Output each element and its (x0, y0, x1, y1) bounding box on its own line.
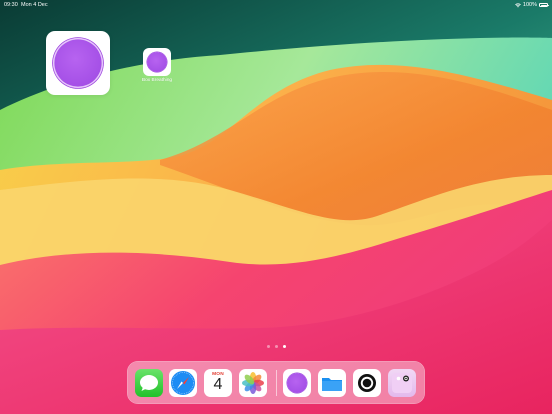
status-date: Mon 4 Dec (21, 2, 48, 8)
page-dot (267, 345, 270, 348)
app-box-breathing[interactable]: Box Breathing (142, 48, 172, 83)
dock-app-camera[interactable] (388, 369, 416, 397)
messages-icon (140, 375, 158, 391)
page-dot (275, 345, 278, 348)
dock-app-safari[interactable] (169, 369, 197, 397)
wifi-icon (515, 2, 521, 8)
dock: MON 4 (127, 361, 425, 404)
dock-app-messages[interactable] (135, 369, 163, 397)
breathing-widget[interactable] (46, 31, 110, 95)
safari-icon (171, 371, 195, 395)
breathing-circle-icon (147, 52, 167, 72)
breathing-circle-icon (287, 373, 307, 393)
dock-app-photos[interactable] (239, 369, 267, 397)
folder-icon (322, 378, 342, 391)
ring-icon (358, 374, 376, 392)
status-indicators: 100% (515, 2, 549, 8)
status-bar: 09:30 Mon 4 Dec 100% (0, 0, 552, 12)
page-indicator[interactable] (267, 345, 286, 348)
battery-percentage: 100% (522, 2, 537, 8)
dock-app-box-breathing[interactable] (283, 369, 311, 397)
dock-separator (275, 370, 277, 396)
dock-app-ring[interactable] (353, 369, 381, 397)
breathing-circle-icon (53, 38, 103, 88)
dock-app-calendar[interactable]: MON 4 (204, 369, 232, 397)
photos-icon (242, 372, 264, 394)
dock-app-files[interactable] (318, 369, 346, 397)
battery-icon (539, 3, 549, 7)
box-breathing-app-icon (143, 48, 171, 76)
camera-icon (392, 373, 412, 393)
page-dot-active (283, 345, 286, 348)
calendar-day: 4 (213, 376, 223, 393)
status-time: 09:30 (4, 2, 18, 8)
app-label: Box Breathing (141, 78, 173, 83)
